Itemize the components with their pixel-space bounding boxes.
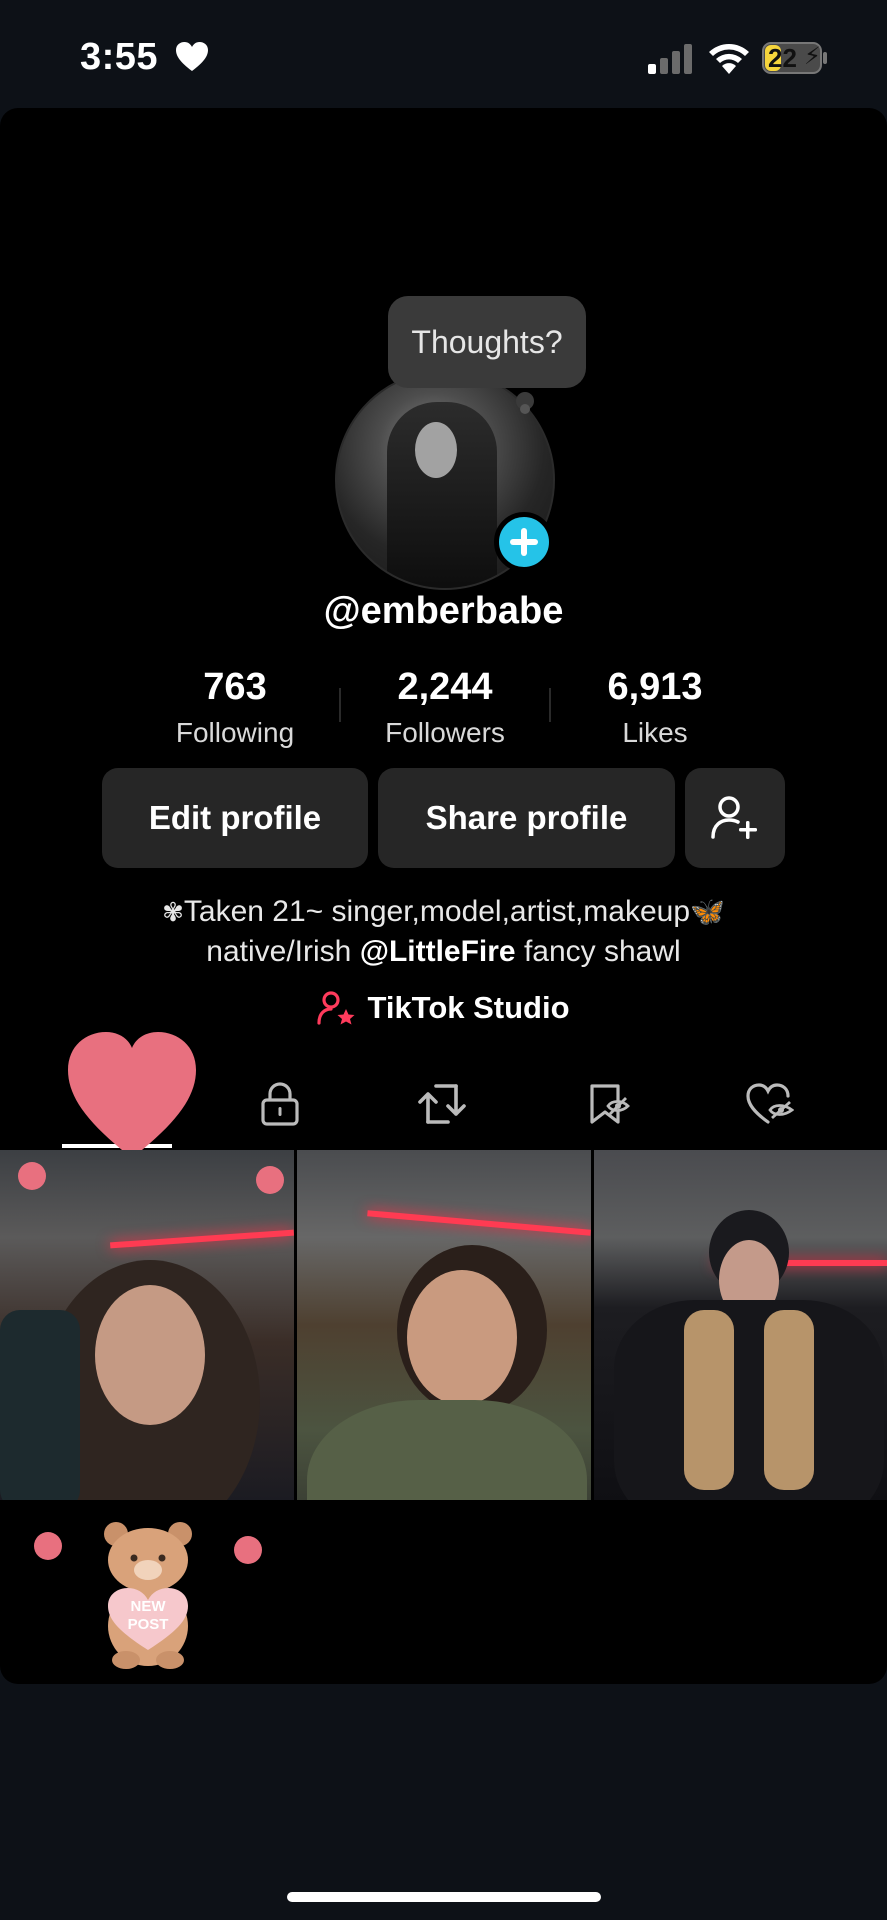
wifi-icon: [709, 44, 749, 74]
bio-line-1: ✾Taken 21~ singer,model,artist,makeup🦋: [0, 892, 887, 932]
sticker-dot: [256, 1166, 284, 1194]
followers-count: 2,244: [397, 666, 493, 708]
plus-icon: [510, 528, 538, 556]
username: @emberbabe: [323, 590, 564, 632]
arm-shape: [0, 1310, 80, 1500]
bio-text-2-prefix: native/Irish: [206, 935, 360, 968]
status-bar: 3:55 22 ⚡: [0, 0, 887, 110]
following-count: 763: [203, 666, 267, 708]
likes-stat[interactable]: 6,913 Likes: [550, 666, 760, 749]
bio-text-1: Taken 21~ singer,model,artist,makeup: [183, 895, 691, 928]
edit-profile-button[interactable]: Edit profile: [102, 768, 368, 868]
sticker-dot: [234, 1536, 262, 1564]
share-profile-button[interactable]: Share profile: [378, 768, 675, 868]
led-light: [367, 1210, 591, 1236]
tiktok-studio-label: TikTok Studio: [367, 990, 570, 1025]
hair-shape: [764, 1310, 814, 1490]
bookmark-hidden-icon: [590, 1084, 630, 1124]
bubble-tail-dot-small: [520, 404, 530, 414]
profile-stats: 763 Following 2,244 Followers 6,913 Like…: [130, 666, 760, 756]
bio-mention-link[interactable]: @LittleFire: [360, 935, 516, 968]
bio: ✾Taken 21~ singer,model,artist,makeup🦋 n…: [0, 892, 887, 972]
sticker-text-post: POST: [127, 1616, 169, 1633]
followers-label: Followers: [385, 717, 505, 748]
creator-star-icon: [317, 991, 355, 1025]
battery-indicator: 22 ⚡: [762, 42, 828, 79]
likes-count: 6,913: [607, 666, 703, 708]
charging-bolt-icon: ⚡: [804, 43, 821, 70]
face-shape: [407, 1270, 517, 1405]
tiktok-studio-link[interactable]: TikTok Studio: [0, 990, 887, 1026]
add-user-icon: [711, 796, 757, 839]
teddy-bear-icon: [104, 1522, 192, 1669]
bio-text-2-suffix: fancy shawl: [515, 935, 681, 968]
flower-icon: ✾: [162, 897, 184, 927]
battery-level: 22: [768, 43, 797, 73]
tab-private[interactable]: [250, 1074, 310, 1134]
new-post-sticker: NEW POST: [30, 1520, 270, 1680]
video-thumbnail[interactable]: [297, 1150, 591, 1500]
tab-liked[interactable]: [740, 1074, 800, 1134]
likes-label: Likes: [622, 717, 688, 748]
tab-favorites[interactable]: [578, 1074, 638, 1134]
video-grid: [0, 1150, 887, 1500]
pink-heart-sticker-icon: [68, 1032, 196, 1158]
video-thumbnail[interactable]: [0, 1150, 294, 1500]
butterfly-icon: 🦋: [690, 896, 725, 927]
face-shape: [95, 1285, 205, 1425]
heart-icon: [176, 42, 208, 71]
lock-icon: [261, 1082, 299, 1126]
thoughts-bubble[interactable]: Thoughts?: [388, 296, 586, 388]
tab-reposts[interactable]: [412, 1074, 472, 1134]
video-thumbnail[interactable]: [594, 1150, 887, 1500]
bio-line-2: native/Irish @LittleFire fancy shawl: [0, 932, 887, 972]
status-time: 3:55: [80, 36, 159, 78]
sticker-text-new: NEW: [130, 1598, 166, 1615]
add-friends-button[interactable]: [685, 768, 785, 868]
led-light: [110, 1229, 294, 1249]
hoodie-shape: [307, 1400, 587, 1500]
add-story-button[interactable]: [494, 512, 554, 572]
hoodie-shape: [614, 1300, 884, 1500]
hair-shape: [684, 1310, 734, 1490]
heart-hidden-icon: [746, 1083, 794, 1124]
cellular-signal-icon: [648, 44, 692, 74]
followers-stat[interactable]: 2,244 Followers: [340, 666, 550, 749]
home-indicator[interactable]: [287, 1892, 601, 1902]
sticker-dot: [34, 1532, 62, 1560]
sticker-dot: [18, 1162, 46, 1190]
repost-icon: [418, 1084, 466, 1124]
following-stat[interactable]: 763 Following: [130, 666, 340, 749]
following-label: Following: [175, 717, 295, 748]
avatar-face: [415, 422, 457, 478]
